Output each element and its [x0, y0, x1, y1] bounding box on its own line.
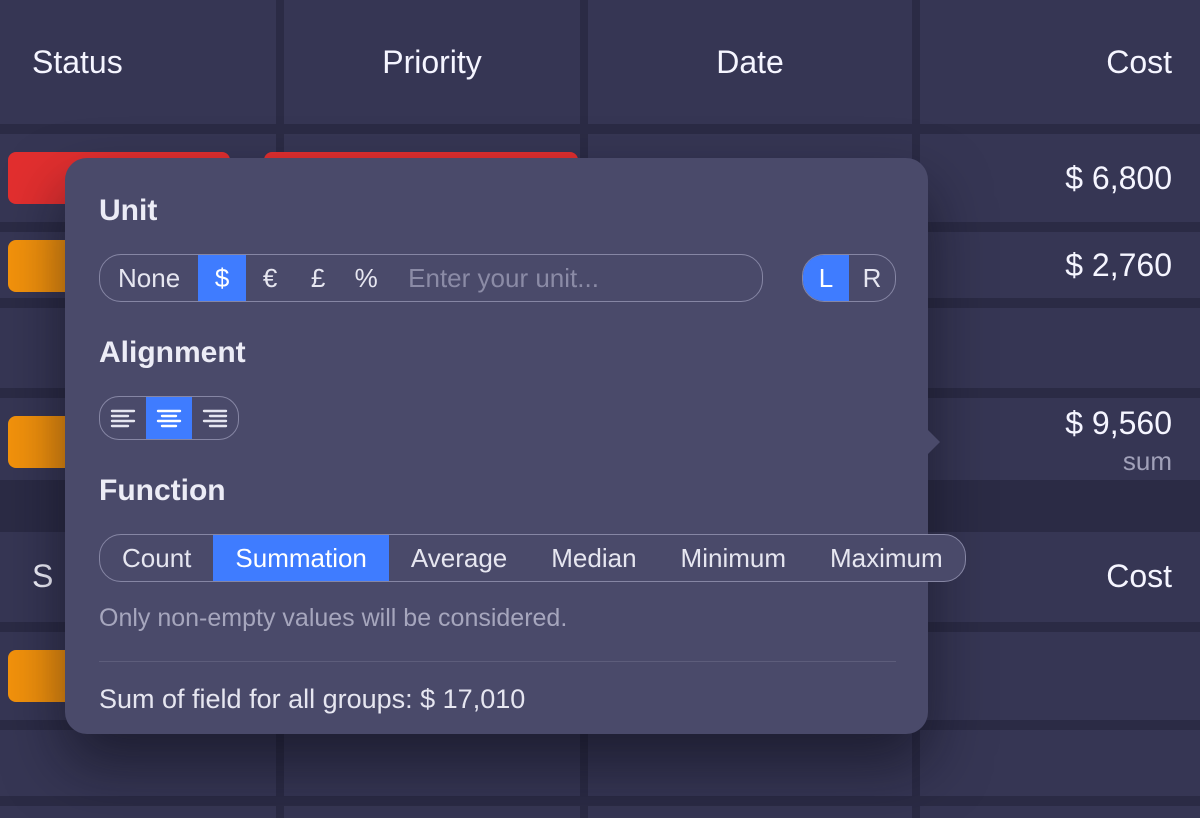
align-center-icon: [156, 408, 182, 428]
unit-option-none[interactable]: None: [100, 255, 198, 301]
summary-cost: $ 9,560: [1065, 405, 1172, 442]
function-total: Sum of field for all groups: $ 17,010: [99, 684, 896, 715]
col-header-date[interactable]: Date: [588, 0, 912, 124]
col-header-status[interactable]: Status: [32, 0, 123, 124]
col-header-priority[interactable]: Priority: [284, 0, 580, 124]
function-section: Function Count Summation Average Median …: [99, 474, 896, 715]
alignment-segment: [99, 396, 239, 440]
function-title: Function: [99, 474, 896, 508]
align-center-button[interactable]: [146, 397, 192, 439]
alignment-title: Alignment: [99, 336, 896, 370]
unit-position-segment: L R: [802, 254, 896, 302]
unit-custom-input[interactable]: [390, 255, 762, 301]
col-header-status[interactable]: S: [32, 532, 53, 620]
unit-position-left[interactable]: L: [803, 255, 849, 301]
function-option-maximum[interactable]: Maximum: [808, 535, 965, 581]
function-option-median[interactable]: Median: [529, 535, 658, 581]
unit-section: Unit None $ € £ % L R: [99, 194, 896, 302]
function-segment: Count Summation Average Median Minimum M…: [99, 534, 966, 582]
summary-label: sum: [1123, 446, 1172, 477]
alignment-section: Alignment: [99, 336, 896, 440]
unit-title: Unit: [99, 194, 896, 228]
function-option-average[interactable]: Average: [389, 535, 529, 581]
align-right-icon: [202, 408, 228, 428]
cost-cell: $ 6,800: [920, 134, 1172, 222]
align-right-button[interactable]: [192, 397, 238, 439]
unit-segment: None $ € £ %: [99, 254, 763, 302]
function-option-minimum[interactable]: Minimum: [659, 535, 808, 581]
function-option-summation[interactable]: Summation: [213, 535, 389, 581]
unit-option-dollar[interactable]: $: [198, 255, 246, 301]
align-left-icon: [110, 408, 136, 428]
align-left-button[interactable]: [100, 397, 146, 439]
divider: [99, 661, 896, 662]
cost-cell: $ 2,760: [920, 232, 1172, 298]
function-note: Only non-empty values will be considered…: [99, 604, 896, 633]
unit-position-right[interactable]: R: [849, 255, 895, 301]
function-option-count[interactable]: Count: [100, 535, 213, 581]
column-settings-popover: Unit None $ € £ % L R Alignment: [65, 158, 928, 734]
unit-option-percent[interactable]: %: [342, 255, 390, 301]
unit-option-pound[interactable]: £: [294, 255, 342, 301]
unit-option-euro[interactable]: €: [246, 255, 294, 301]
col-header-cost[interactable]: Cost: [920, 0, 1172, 124]
